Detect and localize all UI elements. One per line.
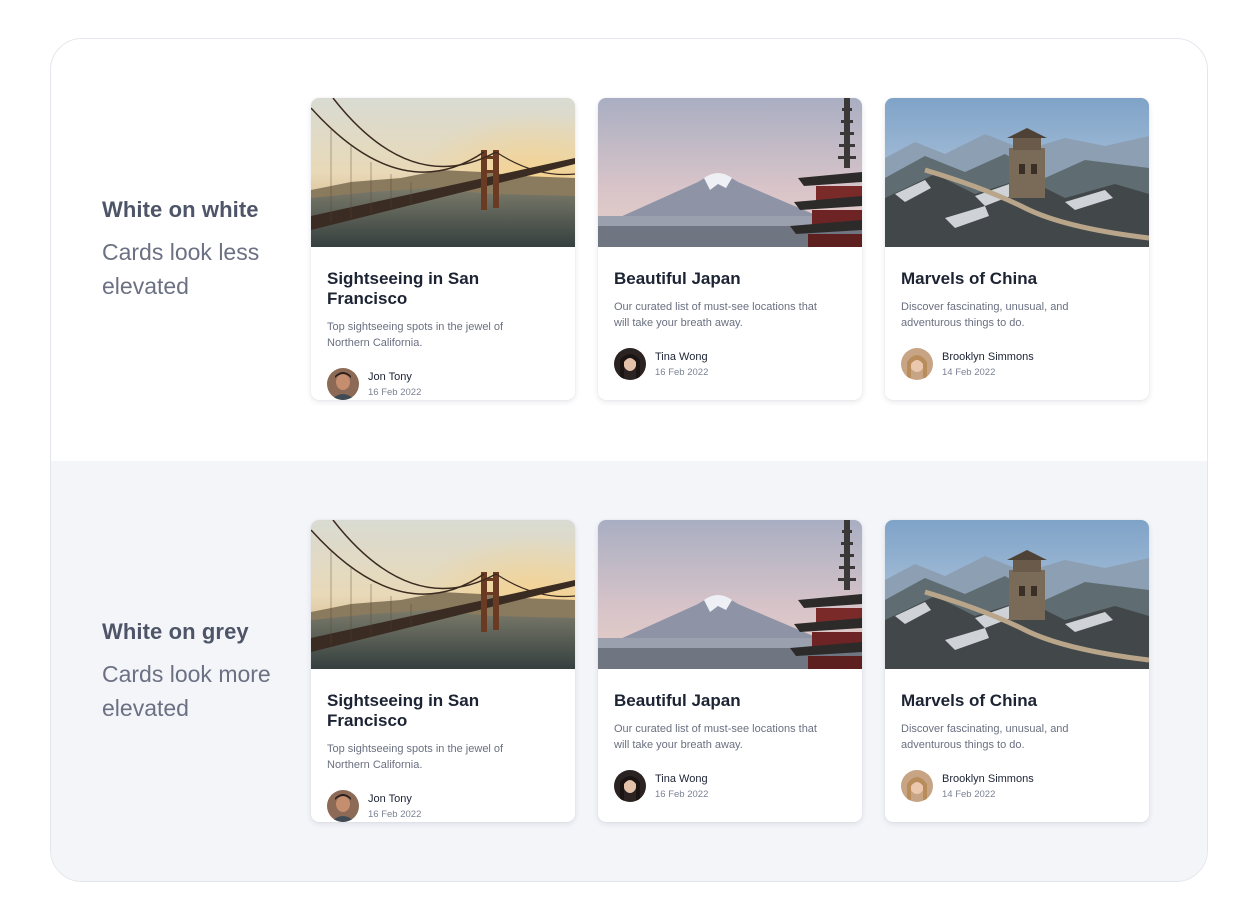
card-title: Marvels of China xyxy=(901,691,1038,710)
card-author: Tina Wong 16 Feb 2022 xyxy=(614,348,846,380)
avatar xyxy=(901,348,933,380)
author-name: Tina Wong xyxy=(655,350,708,363)
card-description: Our curated list of must-see locations t… xyxy=(614,301,817,329)
card-author: Tina Wong 16 Feb 2022 xyxy=(614,770,846,802)
card-title: Beautiful Japan xyxy=(614,269,741,288)
post-date: 16 Feb 2022 xyxy=(655,788,709,800)
avatar xyxy=(327,368,359,400)
author-name: Tina Wong xyxy=(655,772,708,785)
post-date: 16 Feb 2022 xyxy=(368,386,422,398)
post-date: 16 Feb 2022 xyxy=(655,366,709,378)
card-japan[interactable]: Beautiful Japan Our curated list of must… xyxy=(598,98,862,400)
section-subtitle: Cards look more elevated xyxy=(102,661,271,721)
card-description: Discover fascinating, unusual, and adven… xyxy=(901,301,1069,329)
card-author: Jon Tony 16 Feb 2022 xyxy=(327,368,559,400)
great-wall-image xyxy=(885,98,1149,247)
comparison-frame: White on white Cards look less elevated xyxy=(50,38,1208,882)
section-white-on-grey: White on grey Cards look more elevated S… xyxy=(51,461,1207,881)
card-san-francisco[interactable]: Sightseeing in San Francisco Top sightse… xyxy=(311,520,575,822)
card-title: Beautiful Japan xyxy=(614,691,741,710)
card-description: Top sightseeing spots in the jewel of No… xyxy=(327,743,504,771)
avatar xyxy=(901,770,933,802)
post-date: 16 Feb 2022 xyxy=(368,808,422,820)
author-name: Jon Tony xyxy=(368,792,412,805)
card-author: Brooklyn Simmons 14 Feb 2022 xyxy=(901,770,1133,802)
section-subtitle: Cards look less elevated xyxy=(102,239,260,299)
card-description: Top sightseeing spots in the jewel of No… xyxy=(327,321,504,349)
section-white-on-white: White on white Cards look less elevated xyxy=(51,39,1207,461)
card-japan[interactable]: Beautiful Japan Our curated list of must… xyxy=(598,520,862,822)
great-wall-image xyxy=(885,520,1149,669)
card-san-francisco[interactable]: Sightseeing in San Francisco Top sightse… xyxy=(311,98,575,400)
avatar xyxy=(327,790,359,822)
golden-gate-bridge-image xyxy=(311,520,575,669)
card-china[interactable]: Marvels of China Discover fascinating, u… xyxy=(885,520,1149,822)
avatar xyxy=(614,770,646,802)
section-title: White on white xyxy=(102,197,259,222)
card-title: Sightseeing in San Francisco xyxy=(327,691,480,730)
mount-fuji-pagoda-image xyxy=(598,520,862,669)
author-name: Jon Tony xyxy=(368,370,412,383)
section-label: White on grey Cards look more elevated xyxy=(102,619,312,725)
card-title: Marvels of China xyxy=(901,269,1038,288)
post-date: 14 Feb 2022 xyxy=(942,788,996,800)
card-author: Brooklyn Simmons 14 Feb 2022 xyxy=(901,348,1133,380)
author-name: Brooklyn Simmons xyxy=(942,350,1034,363)
card-description: Our curated list of must-see locations t… xyxy=(614,723,817,751)
section-title: White on grey xyxy=(102,619,249,644)
card-description: Discover fascinating, unusual, and adven… xyxy=(901,723,1069,751)
post-date: 14 Feb 2022 xyxy=(942,366,996,378)
golden-gate-bridge-image xyxy=(311,98,575,247)
mount-fuji-pagoda-image xyxy=(598,98,862,247)
author-name: Brooklyn Simmons xyxy=(942,772,1034,785)
card-china[interactable]: Marvels of China Discover fascinating, u… xyxy=(885,98,1149,400)
avatar xyxy=(614,348,646,380)
section-label: White on white Cards look less elevated xyxy=(102,197,312,303)
card-author: Jon Tony 16 Feb 2022 xyxy=(327,790,559,822)
card-title: Sightseeing in San Francisco xyxy=(327,269,480,308)
